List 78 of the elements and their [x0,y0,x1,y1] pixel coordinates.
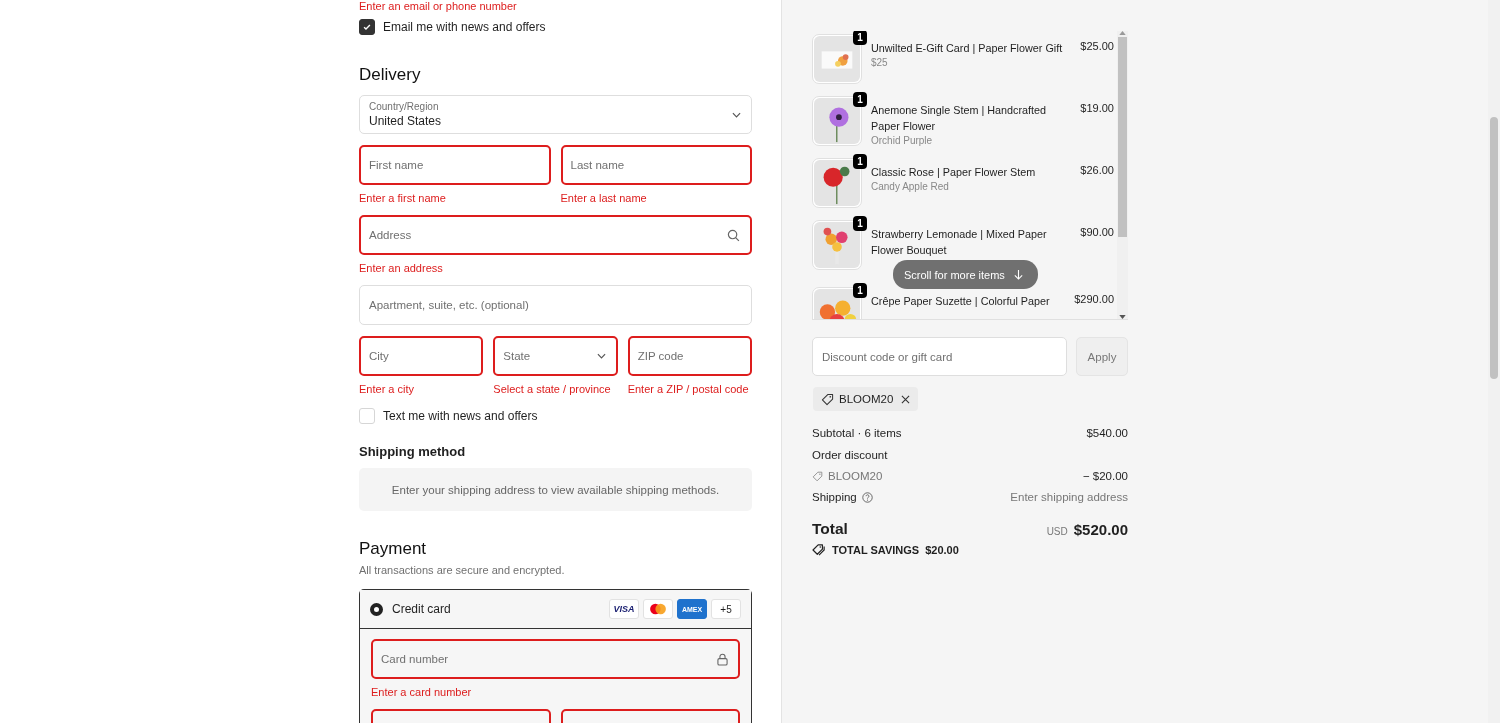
quantity-badge: 1 [853,31,867,45]
payment-subtitle: All transactions are secure and encrypted. [359,564,566,576]
product-name: Unwilted E-Gift Card | Paper Flower Gift [871,41,1064,56]
chevron-down-icon [732,111,741,118]
checkbox-label: Email me with news and offers [383,20,546,34]
error-message: Enter a first name [359,192,447,204]
country-select[interactable]: Country/Region United States [359,95,752,134]
currency-code: USD [1046,525,1068,537]
product-variant: $25 [871,57,889,68]
error-message: Enter a last name [560,192,648,204]
tags-icon [812,544,826,556]
product-price: $25.00 [1080,39,1114,54]
section-heading: Shipping method [359,444,467,459]
product-name: Anemone Single Stem | Handcrafted Paper Flower [871,103,1048,134]
input-field[interactable]: City [359,336,484,376]
error-message: Enter an email or phone number [359,0,518,12]
error-message: Select a state / province [493,383,612,395]
help-icon[interactable] [861,491,873,503]
tag-icon [821,392,834,406]
error-message: Enter a city [359,383,416,395]
scroll-up-arrow-icon[interactable] [1119,31,1126,35]
search-icon [727,228,740,242]
product-price: $26.00 [1080,163,1114,178]
summary-value: − $20.00 [1082,470,1128,482]
error-message: Enter a ZIP / postal code [627,383,750,395]
discount-code: BLOOM20 [828,470,883,482]
check-icon [362,22,372,32]
quantity-badge: 1 [853,283,867,298]
product-price: $290.00 [1074,292,1114,307]
error-message: Enter an address [359,262,444,274]
savings-amount: $20.00 [925,544,959,556]
close-icon[interactable] [901,394,911,404]
summary-label: Subtotal · 6 items [812,427,902,439]
checkbox-label: Text me with news and offers [383,409,538,423]
product-name: Strawberry Lemonade | Mixed Paper Flower Bouquet [871,227,1048,258]
total-amount: $520.00 [1073,520,1128,538]
section-heading: Payment [359,539,428,559]
radio-button[interactable] [370,602,383,616]
input-field[interactable]: First name [359,145,551,185]
summary-value: $540.00 [1086,427,1128,439]
apply-button[interactable]: Apply [1076,337,1128,376]
summary-label: Shipping [812,491,857,503]
scroll-down-arrow-icon[interactable] [1119,315,1126,319]
quantity-badge: 1 [853,216,867,231]
product-price: $19.00 [1080,101,1114,116]
quantity-badge: 1 [853,92,867,107]
product-name: Classic Rose | Paper Flower Stem [871,165,1037,180]
total-label: Total [812,520,848,538]
input-field[interactable]: Last name [560,145,752,185]
discount-code-field[interactable]: Discount code or gift card [812,337,1067,376]
arrow-down-icon [1012,269,1024,280]
chevron-down-icon [596,353,606,359]
scrollbar[interactable] [1117,31,1128,319]
scrollbar[interactable] [1488,0,1500,723]
error-message: Enter a card number [371,686,473,698]
input-field[interactable]: Apartment, suite, etc. (optional) [359,285,752,325]
tag-icon [812,470,823,482]
card-brand-logo: VISA [609,599,639,619]
input-field[interactable]: Address [359,215,752,255]
summary-label: Order discount [812,449,888,461]
lock-icon [717,652,728,666]
savings-label: TOTAL SAVINGS [832,544,920,556]
summary-value: Enter shipping address [1010,491,1128,503]
product-variant: Orchid Purple [871,135,934,146]
more-brands-badge: +5 [711,599,741,619]
input-field[interactable]: ZIP code [627,336,752,376]
product-name: Crêpe Paper Suzette | Colorful Paper [871,294,1051,309]
input-field[interactable]: Card number [371,639,740,679]
checkbox[interactable] [359,19,375,35]
shipping-notice: Enter your shipping address to view available shipping methods. [359,468,752,511]
state-select[interactable]: State [493,336,618,376]
product-price: $90.00 [1080,225,1114,240]
quantity-badge: 1 [853,154,867,169]
section-heading: Delivery [359,65,422,85]
product-variant: Candy Apple Red [871,181,950,192]
scroll-hint-button[interactable]: Scroll for more items [893,260,1038,289]
discount-tag: BLOOM20 [813,387,919,411]
card-brand-icon [643,599,673,619]
